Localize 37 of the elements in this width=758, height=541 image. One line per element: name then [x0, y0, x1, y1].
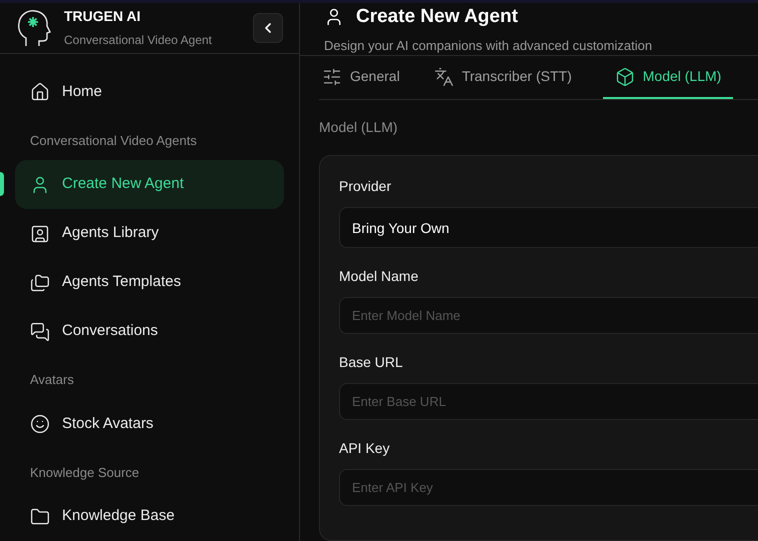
page-subtitle: Design your AI companions with advanced customization — [324, 36, 654, 55]
head-logo-icon — [16, 8, 52, 48]
input-field[interactable]: Enter API Key — [339, 469, 758, 506]
brand-name: TRUGEN AI — [64, 7, 142, 26]
tab[interactable]: Model (LLM) — [602, 56, 734, 99]
tab[interactable]: Transcriber (STT) — [430, 56, 575, 99]
section-title: Model (LLM) — [319, 118, 399, 137]
nav-item[interactable]: Knowledge Base — [15, 492, 284, 541]
nav-section-heading: Conversational Video Agents — [29, 132, 198, 150]
tab[interactable]: General — [319, 56, 403, 99]
input-field[interactable]: Enter Model Name — [339, 297, 758, 334]
brand-tagline: Conversational Video Agent — [64, 32, 213, 50]
field-label: Base URL — [339, 353, 404, 372]
nav-item[interactable]: Agents Templates — [15, 258, 284, 307]
field-label: Provider — [339, 177, 392, 196]
field-label: API Key — [339, 439, 391, 458]
folders-icon — [30, 272, 50, 292]
nav-item[interactable]: Home — [15, 68, 284, 116]
nav-section-heading: Knowledge Source — [29, 464, 140, 482]
user-card-icon — [30, 224, 50, 244]
sliders-icon — [322, 66, 342, 86]
provider-select[interactable]: Bring Your Own — [339, 207, 758, 248]
page-title: Create New Agent — [356, 5, 518, 29]
folder-icon — [30, 506, 50, 526]
house-icon — [30, 82, 50, 102]
nav-item[interactable]: Agents Library — [15, 209, 284, 258]
nav-item[interactable]: Stock Avatars — [15, 400, 284, 448]
nav-section-heading: Avatars — [29, 371, 75, 389]
translate-icon — [434, 66, 454, 86]
field-label: Model Name — [339, 267, 420, 286]
collapse-sidebar-button[interactable] — [253, 12, 283, 43]
smile-icon — [30, 414, 50, 434]
chat-bubbles-icon — [30, 322, 50, 342]
cube-icon — [614, 66, 635, 86]
nav-item[interactable]: Conversations — [15, 307, 284, 356]
nav-item[interactable]: Create New Agent — [15, 160, 284, 209]
input-field[interactable]: Enter Base URL — [339, 383, 758, 420]
